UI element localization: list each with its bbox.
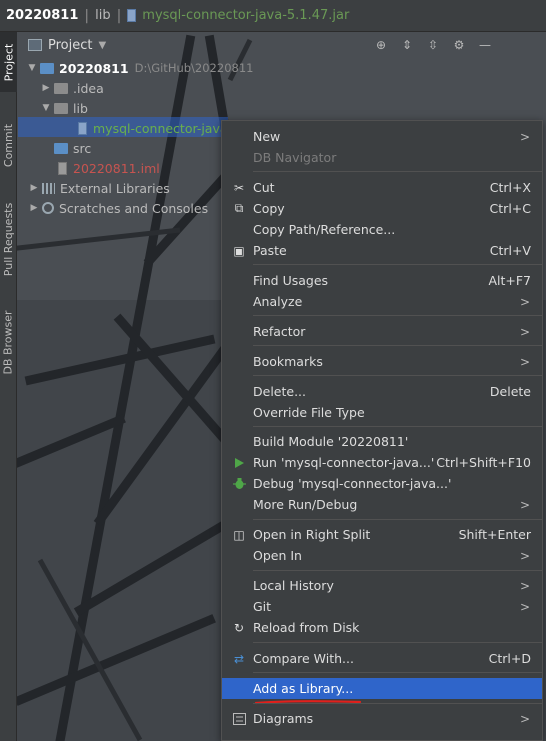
source-folder-icon (54, 142, 68, 154)
menu-item-find-usages[interactable]: Find Usages Alt+F7 (222, 270, 542, 291)
tree-node-iml[interactable]: 20220811.iml (58, 158, 160, 178)
navigation-bar: 20220811 | lib | mysql-connector-java-5.… (0, 0, 546, 32)
tab-db-browser[interactable]: DB Browser (0, 302, 17, 382)
menu-separator (253, 171, 542, 172)
locate-icon[interactable]: ⊕ (372, 36, 390, 54)
chevron-right-icon: > (519, 294, 530, 309)
menu-separator (253, 570, 542, 571)
tree-node-lib[interactable]: ▼ lib (40, 98, 88, 118)
reload-icon: ↻ (233, 620, 245, 635)
split-icon: ◫ (233, 527, 245, 542)
menu-item-more-run-debug[interactable]: More Run/Debug > (222, 494, 542, 515)
hide-icon[interactable]: — (476, 36, 494, 54)
chevron-right-icon: > (519, 497, 530, 512)
menu-item-compare-with[interactable]: ⇄ Compare With... Ctrl+D (222, 648, 542, 669)
tab-project[interactable]: Project (0, 32, 17, 92)
menu-separator (253, 315, 542, 316)
gear-icon[interactable]: ⚙ (450, 36, 468, 54)
menu-item-debug[interactable]: Debug 'mysql-connector-java...' (222, 473, 542, 494)
menu-separator (253, 375, 542, 376)
menu-item-analyze[interactable]: Analyze > (222, 291, 542, 312)
chevron-right-icon[interactable]: ▶ (28, 203, 40, 213)
menu-item-new[interactable]: New > (222, 126, 542, 147)
menu-item-diagrams[interactable]: Diagrams > (222, 708, 542, 729)
menu-separator (253, 519, 542, 520)
jar-file-icon (127, 9, 137, 22)
breadcrumb-separator: | (84, 7, 90, 24)
expand-all-icon[interactable]: ⇕ (398, 36, 416, 54)
chevron-right-icon: > (519, 711, 530, 726)
tree-node-jar[interactable]: mysql-connector-java (78, 118, 228, 138)
clipboard-icon: ▣ (233, 243, 245, 258)
tree-node-src[interactable]: src (52, 138, 91, 158)
menu-item-refactor[interactable]: Refactor > (222, 321, 542, 342)
menu-item-paste[interactable]: ▣ Paste Ctrl+V (222, 240, 542, 261)
menu-separator (253, 426, 542, 427)
module-folder-icon (40, 62, 54, 74)
chevron-right-icon[interactable]: ▶ (28, 183, 40, 193)
collapse-all-icon[interactable]: ⇳ (424, 36, 442, 54)
menu-item-run[interactable]: Run 'mysql-connector-java...' Ctrl+Shift… (222, 452, 542, 473)
chevron-down-icon[interactable]: ▼ (40, 103, 52, 113)
tree-node-root[interactable]: ▼ 20220811 D:\GitHub\20220811 (26, 58, 254, 78)
menu-item-reload-from-disk[interactable]: ↻ Reload from Disk (222, 617, 542, 638)
menu-separator (253, 642, 542, 643)
chevron-down-icon[interactable]: ▼ (26, 63, 38, 73)
menu-item-copy-path[interactable]: Copy Path/Reference... (222, 219, 542, 240)
menu-item-cut[interactable]: ✂ Cut Ctrl+X (222, 177, 542, 198)
tree-node-idea[interactable]: ▶ .idea (40, 78, 104, 98)
menu-item-copy[interactable]: ⧉ Copy Ctrl+C (222, 198, 542, 219)
menu-separator (253, 345, 542, 346)
chevron-right-icon: > (519, 578, 530, 593)
breadcrumb-project[interactable]: 20220811 (6, 8, 78, 23)
breadcrumb-file-label: mysql-connector-java-5.1.47.jar (142, 8, 350, 23)
folder-icon (54, 82, 68, 94)
chevron-right-icon[interactable]: ▶ (40, 83, 52, 93)
menu-item-bookmarks[interactable]: Bookmarks > (222, 351, 542, 372)
menu-item-git[interactable]: Git > (222, 596, 542, 617)
module-file-icon (58, 161, 67, 175)
tree-node-external-libraries[interactable]: ▶ External Libraries (28, 178, 170, 198)
folder-icon (54, 102, 68, 114)
menu-item-open-right-split[interactable]: ◫ Open in Right Split Shift+Enter (222, 524, 542, 545)
menu-item-build-module[interactable]: Build Module '20220811' (222, 431, 542, 452)
tree-node-scratches[interactable]: ▶ Scratches and Consoles (28, 198, 209, 218)
project-icon (28, 39, 42, 51)
breadcrumb-folder[interactable]: lib (95, 8, 110, 23)
breadcrumb-separator: | (116, 7, 122, 24)
project-panel-header: Project ▼ ⊕ ⇕ ⇳ ⚙ — (18, 32, 546, 58)
project-panel-title[interactable]: Project (48, 38, 92, 53)
tab-pull-requests[interactable]: Pull Requests (0, 192, 17, 287)
menu-separator (253, 672, 542, 673)
left-tool-stripe: Project Commit Pull Requests DB Browser (0, 32, 17, 741)
run-icon (231, 455, 247, 471)
diagram-icon (231, 711, 247, 727)
breadcrumb-file[interactable]: mysql-connector-java-5.1.47.jar (127, 8, 349, 23)
chevron-right-icon: > (519, 548, 530, 563)
bug-icon (231, 476, 247, 492)
chevron-right-icon: > (519, 324, 530, 339)
scratches-icon (42, 202, 54, 214)
jar-file-icon (78, 121, 87, 135)
chevron-right-icon: > (519, 129, 530, 144)
menu-item-open-in[interactable]: Open In > (222, 545, 542, 566)
red-annotation-underline (255, 700, 361, 705)
menu-separator (253, 703, 542, 704)
copy-icon: ⧉ (234, 201, 244, 215)
compare-icon: ⇄ (233, 651, 245, 666)
tab-commit[interactable]: Commit (0, 112, 17, 178)
chevron-right-icon: > (519, 354, 530, 369)
menu-separator (253, 264, 542, 265)
project-panel-toolbar: ⊕ ⇕ ⇳ ⚙ — (364, 32, 546, 58)
scissors-icon: ✂ (233, 180, 245, 195)
menu-item-local-history[interactable]: Local History > (222, 575, 542, 596)
menu-item-db-navigator[interactable]: DB Navigator (222, 147, 542, 168)
chevron-right-icon: > (519, 599, 530, 614)
menu-item-add-as-library[interactable]: Add as Library... (222, 678, 542, 699)
chevron-down-icon[interactable]: ▼ (98, 40, 106, 51)
context-menu: New > DB Navigator ✂ Cut Ctrl+X ⧉ Copy C… (221, 120, 543, 741)
menu-item-delete[interactable]: Delete... Delete (222, 381, 542, 402)
library-icon (42, 182, 55, 194)
menu-item-override-file-type[interactable]: Override File Type (222, 402, 542, 423)
